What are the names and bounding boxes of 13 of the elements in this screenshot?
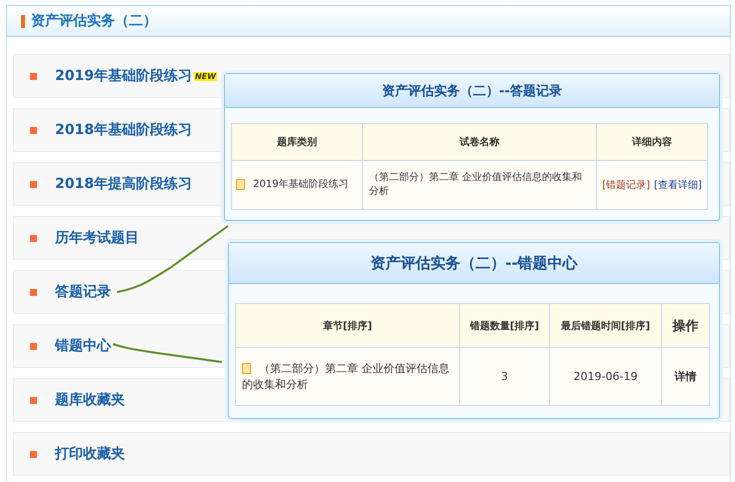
table-cell: （第二部分）第二章 企业价值评估信息的收集和分析 bbox=[362, 160, 596, 210]
column-header: 详细内容 bbox=[596, 124, 708, 160]
table-cell: 2019年基础阶段练习 bbox=[232, 160, 362, 210]
table-cell: （第二部分）第二章 企业价值评估信息的收集和分析 bbox=[236, 348, 460, 406]
popup-title: 资产评估实务（二）--答题记录 bbox=[225, 74, 719, 108]
table-cell: 3 bbox=[460, 348, 550, 406]
popup-title: 资产评估实务（二）--错题中心 bbox=[229, 243, 719, 284]
table-cell: 2019-06-19 bbox=[550, 348, 662, 406]
column-header: 题库类别 bbox=[232, 124, 362, 160]
column-header: 试卷名称 bbox=[362, 124, 596, 160]
section-title: 资产评估实务（二） bbox=[31, 12, 157, 30]
new-badge: NEW bbox=[194, 72, 217, 80]
column-header: 操作 bbox=[662, 304, 710, 348]
